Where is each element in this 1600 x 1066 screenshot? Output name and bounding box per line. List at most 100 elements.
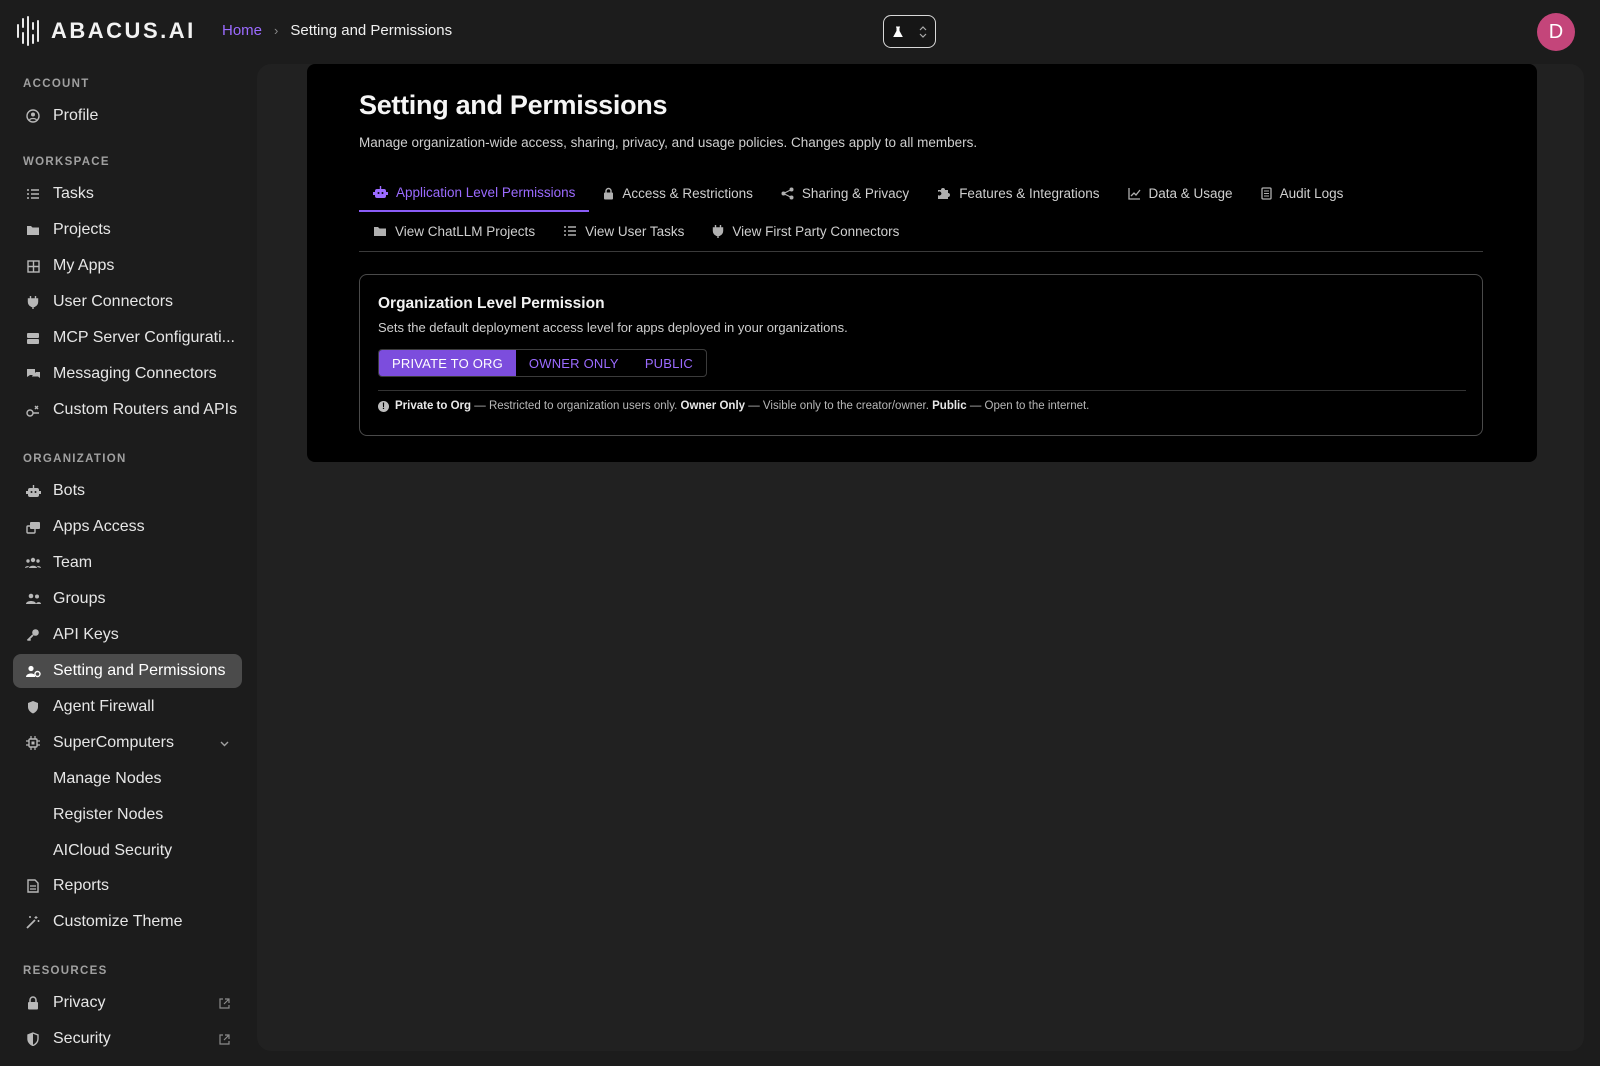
mode-switcher[interactable] bbox=[883, 15, 936, 48]
sidebar-item-privacy[interactable]: Privacy bbox=[13, 986, 242, 1020]
sidebar-item-supercomputers[interactable]: SuperComputers bbox=[13, 726, 242, 760]
help-term-public: Public bbox=[932, 400, 967, 412]
puzzle-icon bbox=[937, 186, 951, 200]
sidebar-item-user-connectors[interactable]: User Connectors bbox=[13, 285, 242, 319]
sidebar-item-label: API Keys bbox=[53, 626, 119, 643]
tab-view-chatllm-projects[interactable]: View ChatLLM Projects bbox=[359, 214, 549, 248]
sidebar-item-my-apps[interactable]: My Apps bbox=[13, 249, 242, 283]
tab-bar-secondary: View ChatLLM Projects View User Tasks Vi… bbox=[359, 214, 913, 248]
apps-access-icon bbox=[25, 519, 41, 535]
server-icon bbox=[25, 330, 41, 346]
chat-bubbles-icon bbox=[25, 366, 41, 382]
external-link-icon bbox=[219, 996, 230, 1014]
share-icon bbox=[781, 187, 794, 200]
option-owner-only[interactable]: OWNER ONLY bbox=[516, 350, 632, 376]
help-text: Private to Org — Restricted to organizat… bbox=[395, 400, 1089, 412]
sidebar-item-label: Manage Nodes bbox=[53, 770, 162, 787]
flask-icon bbox=[893, 26, 903, 37]
option-public[interactable]: PUBLIC bbox=[632, 350, 706, 376]
sidebar-item-register-nodes[interactable]: Register Nodes bbox=[13, 798, 242, 832]
permission-level-toggle: PRIVATE TO ORG OWNER ONLY PUBLIC bbox=[378, 349, 707, 377]
plug-icon bbox=[25, 294, 41, 310]
breadcrumb-home-link[interactable]: Home bbox=[222, 22, 262, 39]
sidebar-item-team[interactable]: Team bbox=[13, 546, 242, 580]
router-icon bbox=[25, 402, 41, 418]
folder-icon bbox=[373, 225, 387, 237]
sidebar-item-label: Messaging Connectors bbox=[53, 365, 217, 382]
tab-view-user-tasks[interactable]: View User Tasks bbox=[549, 214, 698, 248]
breadcrumb: Home › Setting and Permissions bbox=[222, 22, 452, 39]
sidebar-item-aicloud-security[interactable]: AICloud Security bbox=[13, 834, 242, 868]
sidebar-item-label: Security bbox=[53, 1030, 111, 1047]
sidebar-item-label: Customize Theme bbox=[53, 913, 183, 930]
sidebar-item-label: Bots bbox=[53, 482, 86, 499]
organization-permission-panel: Organization Level Permission Sets the d… bbox=[359, 274, 1483, 436]
sidebar-item-customize-theme[interactable]: Customize Theme bbox=[13, 905, 242, 939]
sidebar-item-profile[interactable]: Profile bbox=[13, 99, 242, 133]
page-title: Setting and Permissions bbox=[359, 90, 668, 120]
breadcrumb-current: Setting and Permissions bbox=[290, 22, 453, 39]
chart-icon bbox=[1127, 187, 1141, 200]
sidebar-item-projects[interactable]: Projects bbox=[13, 213, 242, 247]
sidebar-item-setting-and-permissions[interactable]: Setting and Permissions bbox=[13, 654, 242, 688]
tab-label: Audit Logs bbox=[1279, 185, 1344, 201]
brand-name: ABACUS.AI bbox=[51, 18, 196, 43]
tab-label: View ChatLLM Projects bbox=[395, 223, 536, 239]
section-title-resources: RESOURCES bbox=[23, 965, 108, 977]
sidebar-item-label: Team bbox=[53, 554, 93, 571]
sidebar-item-label: Profile bbox=[53, 107, 99, 124]
report-icon bbox=[25, 878, 41, 894]
sidebar-item-agent-firewall[interactable]: Agent Firewall bbox=[13, 690, 242, 724]
help-desc-owner: — Visible only to the creator/owner. bbox=[745, 400, 933, 412]
sidebar-item-manage-nodes[interactable]: Manage Nodes bbox=[13, 762, 242, 796]
up-down-chevron-icon bbox=[919, 25, 927, 38]
info-icon: ! bbox=[378, 400, 389, 412]
abacus-logo-icon bbox=[17, 16, 43, 46]
tab-access-restrictions[interactable]: Access & Restrictions bbox=[589, 174, 767, 212]
help-term-owner: Owner Only bbox=[680, 400, 746, 412]
sidebar-item-label: User Connectors bbox=[53, 293, 174, 310]
tab-label: Data & Usage bbox=[1148, 185, 1233, 201]
sidebar-item-label: Agent Firewall bbox=[53, 698, 155, 715]
sidebar-item-custom-routers[interactable]: Custom Routers and APIs bbox=[13, 393, 242, 427]
option-private-to-org[interactable]: PRIVATE TO ORG bbox=[379, 350, 516, 376]
lock-icon bbox=[25, 995, 41, 1011]
help-desc-private: — Restricted to organization users only. bbox=[471, 400, 681, 412]
log-icon bbox=[1260, 186, 1272, 200]
user-settings-icon bbox=[25, 663, 41, 679]
external-link-icon bbox=[219, 1032, 230, 1050]
tab-label: Application Level Permissions bbox=[396, 184, 576, 200]
tab-view-first-party-connectors[interactable]: View First Party Connectors bbox=[698, 214, 913, 248]
key-icon bbox=[25, 627, 41, 643]
sidebar: ACCOUNT Profile WORKSPACE Tasks Projects… bbox=[0, 62, 250, 1066]
tab-sharing-privacy[interactable]: Sharing & Privacy bbox=[767, 174, 923, 212]
task-list-icon bbox=[563, 225, 577, 237]
tab-data-usage[interactable]: Data & Usage bbox=[1114, 174, 1247, 212]
tab-features-integrations[interactable]: Features & Integrations bbox=[923, 174, 1113, 212]
tab-application-level-permissions[interactable]: Application Level Permissions bbox=[359, 174, 590, 212]
sidebar-item-label: MCP Server Configurati... bbox=[53, 329, 235, 346]
sidebar-item-security[interactable]: Security bbox=[13, 1022, 242, 1056]
sidebar-item-mcp-server[interactable]: MCP Server Configurati... bbox=[13, 321, 242, 355]
sidebar-item-groups[interactable]: Groups bbox=[13, 582, 242, 616]
help-desc-public: — Open to the internet. bbox=[966, 400, 1090, 412]
sidebar-item-reports[interactable]: Reports bbox=[13, 869, 242, 903]
sidebar-item-label: Setting and Permissions bbox=[53, 662, 226, 679]
sidebar-item-label: SuperComputers bbox=[53, 734, 174, 751]
grid-icon bbox=[25, 258, 41, 274]
robot-icon bbox=[25, 483, 41, 499]
sidebar-item-label: Reports bbox=[53, 877, 110, 894]
sidebar-item-label: Groups bbox=[53, 590, 106, 607]
sidebar-item-api-keys[interactable]: API Keys bbox=[13, 618, 242, 652]
user-avatar[interactable]: D bbox=[1537, 13, 1575, 51]
plug-icon bbox=[712, 224, 724, 238]
sidebar-item-messaging-connectors[interactable]: Messaging Connectors bbox=[13, 357, 242, 391]
sidebar-item-apps-access[interactable]: Apps Access bbox=[13, 510, 242, 544]
task-list-icon bbox=[25, 186, 41, 202]
tab-audit-logs[interactable]: Audit Logs bbox=[1247, 174, 1358, 212]
brand-logo[interactable]: ABACUS.AI bbox=[17, 16, 196, 46]
sidebar-item-bots[interactable]: Bots bbox=[13, 474, 242, 508]
security-shield-icon bbox=[25, 1031, 41, 1047]
sidebar-item-label: Tasks bbox=[53, 185, 94, 202]
sidebar-item-tasks[interactable]: Tasks bbox=[13, 177, 242, 211]
